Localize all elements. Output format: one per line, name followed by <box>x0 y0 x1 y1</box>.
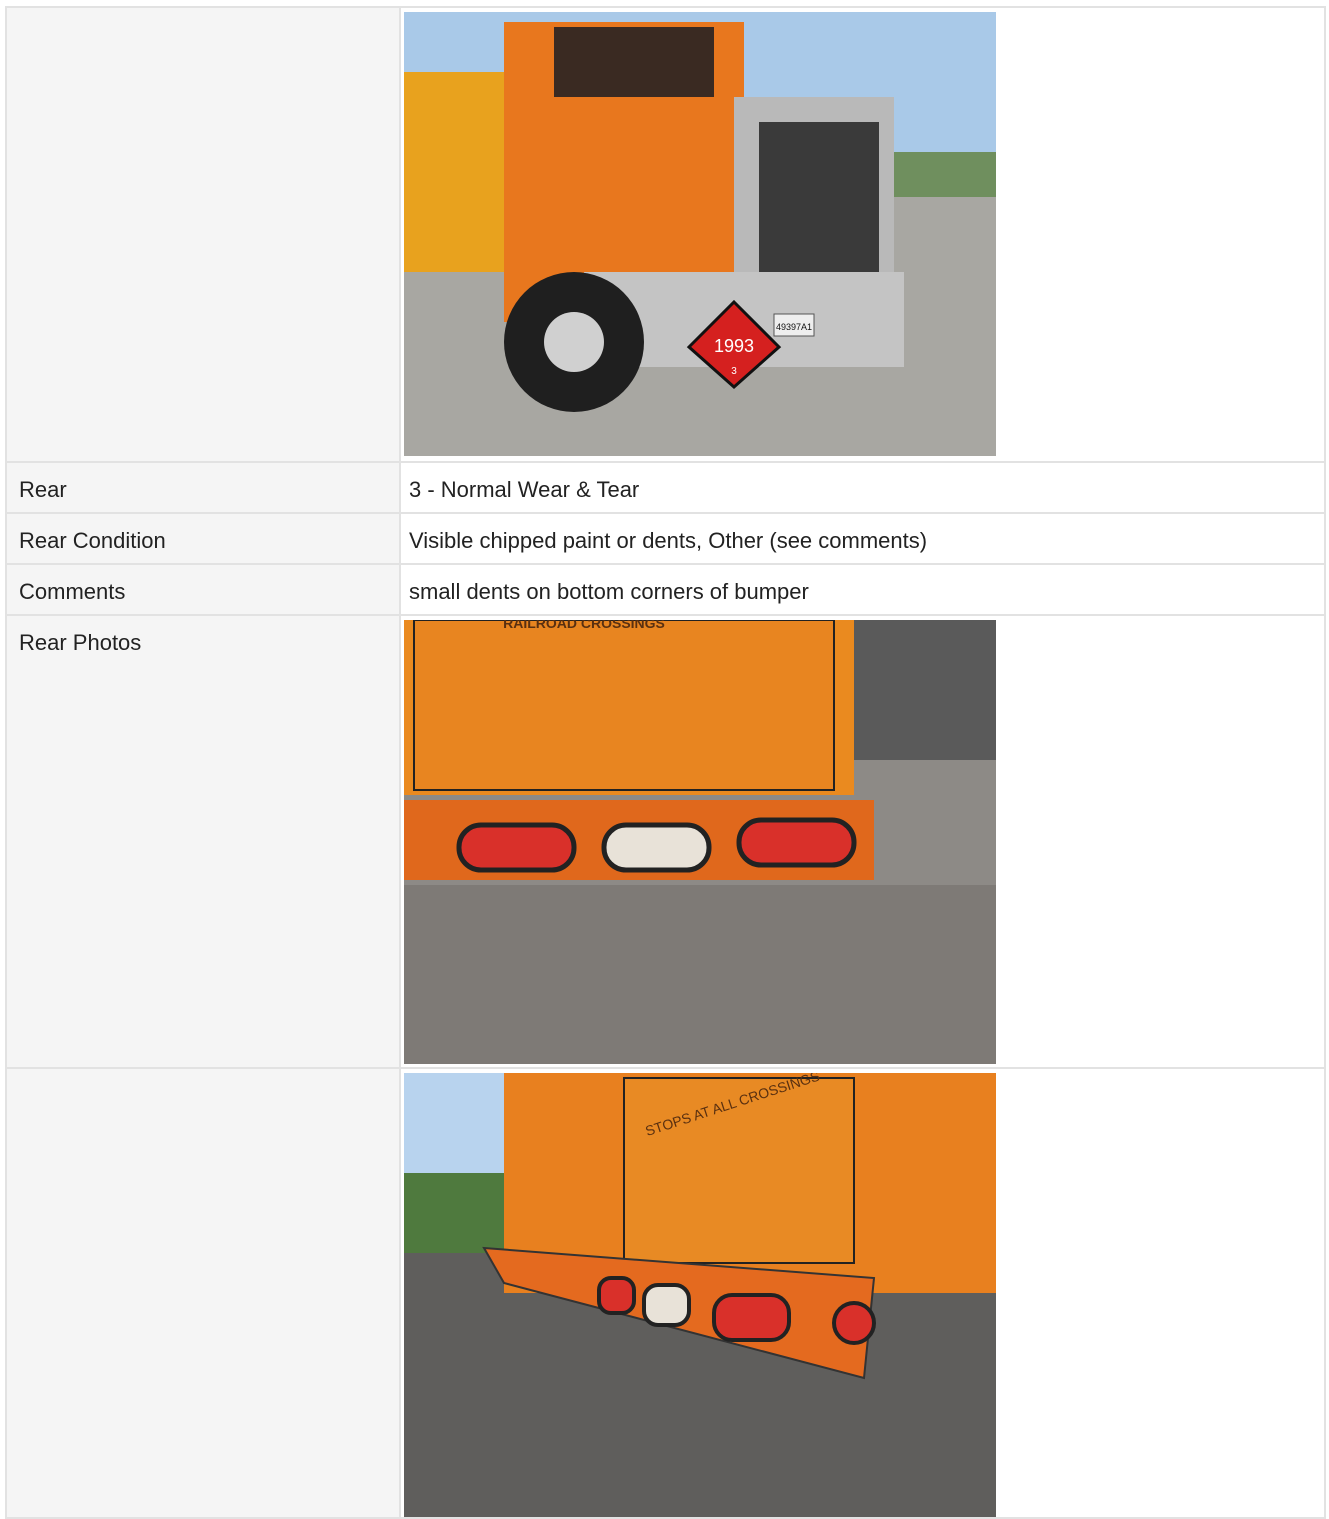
row-value: Visible chipped paint or dents, Other (s… <box>399 512 1326 565</box>
rear-bumper-photo-1[interactable]: RAILROAD CROSSINGS <box>404 620 996 1064</box>
row-label: Rear <box>5 461 401 514</box>
placard-class: 3 <box>731 366 737 377</box>
row-value: 3 - Normal Wear & Tear <box>399 461 1326 514</box>
table-row: Comments small dents on bottom corners o… <box>5 563 1326 616</box>
row-label: Comments <box>5 563 401 616</box>
inspection-report-table: 1993 3 49397A1 Rear 3 - Normal Wear & Te… <box>5 6 1326 1519</box>
table-row: 1993 3 49397A1 <box>5 6 1326 463</box>
placard-number: 1993 <box>714 336 754 356</box>
row-value: STOPS AT ALL CROSSINGS <box>399 1067 1326 1519</box>
rear-sign-text: RAILROAD CROSSINGS <box>503 620 665 631</box>
row-label <box>5 6 401 463</box>
table-row: Rear Condition Visible chipped paint or … <box>5 512 1326 565</box>
table-row: Rear 3 - Normal Wear & Tear <box>5 461 1326 514</box>
row-value: 1993 3 49397A1 <box>399 6 1326 463</box>
row-label: Rear Condition <box>5 512 401 565</box>
row-value: RAILROAD CROSSINGS <box>399 614 1326 1069</box>
row-label: Rear Photos <box>5 614 401 1069</box>
table-row: Rear Photos RAILROAD CROSSINGS <box>5 614 1326 1069</box>
front-truck-photo[interactable]: 1993 3 49397A1 <box>404 12 996 456</box>
license-plate: 49397A1 <box>776 322 812 332</box>
rear-bumper-photo-2[interactable]: STOPS AT ALL CROSSINGS <box>404 1073 996 1517</box>
row-value: small dents on bottom corners of bumper <box>399 563 1326 616</box>
table-row: STOPS AT ALL CROSSINGS <box>5 1067 1326 1519</box>
row-label <box>5 1067 401 1519</box>
